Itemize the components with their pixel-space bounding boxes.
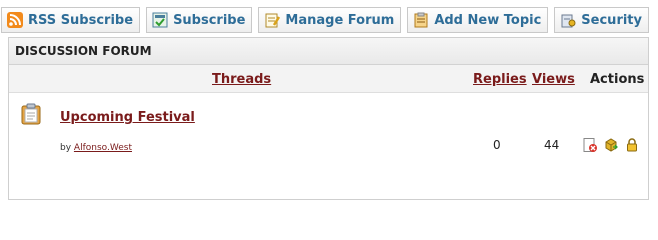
views-column-header[interactable]: Views bbox=[532, 72, 575, 87]
threads-column-header[interactable]: Threads bbox=[212, 72, 271, 87]
move-icon[interactable] bbox=[604, 138, 618, 152]
thread-row: Upcoming Festival by Alfonso.West 0 44 bbox=[9, 93, 648, 173]
column-headers: Threads Replies Views Actions bbox=[9, 65, 648, 93]
rss-subscribe-button[interactable]: RSS Subscribe bbox=[1, 7, 141, 33]
actions-column-header: Actions bbox=[590, 72, 645, 87]
security-button[interactable]: Security bbox=[554, 7, 649, 33]
replies-column-header[interactable]: Replies bbox=[473, 72, 527, 87]
forum-title: DISCUSSION FORUM bbox=[9, 38, 648, 65]
manage-forum-button[interactable]: Manage Forum bbox=[258, 7, 402, 33]
thread-clipboard-icon bbox=[21, 103, 41, 125]
subscribe-icon bbox=[152, 12, 168, 28]
thread-title-link[interactable]: Upcoming Festival bbox=[60, 110, 195, 125]
subscribe-label: Subscribe bbox=[173, 12, 246, 28]
forum-toolbar: RSS Subscribe Subscribe Manage Forum Add… bbox=[1, 7, 649, 33]
subscribe-button[interactable]: Subscribe bbox=[146, 7, 253, 33]
security-label: Security bbox=[581, 12, 642, 28]
thread-actions bbox=[583, 138, 639, 152]
add-new-topic-label: Add New Topic bbox=[434, 12, 542, 28]
manage-forum-icon bbox=[264, 12, 281, 28]
delete-icon[interactable] bbox=[583, 138, 597, 152]
new-topic-icon bbox=[413, 12, 429, 28]
rss-subscribe-label: RSS Subscribe bbox=[28, 12, 134, 28]
thread-byline: by Alfonso.West bbox=[60, 143, 132, 153]
thread-author-link[interactable]: Alfonso.West bbox=[74, 143, 132, 153]
security-icon bbox=[560, 12, 576, 28]
lock-icon[interactable] bbox=[625, 138, 639, 152]
manage-forum-label: Manage Forum bbox=[285, 12, 395, 28]
thread-replies-count: 0 bbox=[493, 138, 501, 152]
rss-icon bbox=[7, 12, 24, 28]
discussion-forum-panel: DISCUSSION FORUM Threads Replies Views A… bbox=[8, 37, 649, 200]
thread-views-count: 44 bbox=[544, 138, 560, 152]
by-prefix: by bbox=[60, 143, 72, 153]
add-new-topic-button[interactable]: Add New Topic bbox=[407, 7, 549, 33]
